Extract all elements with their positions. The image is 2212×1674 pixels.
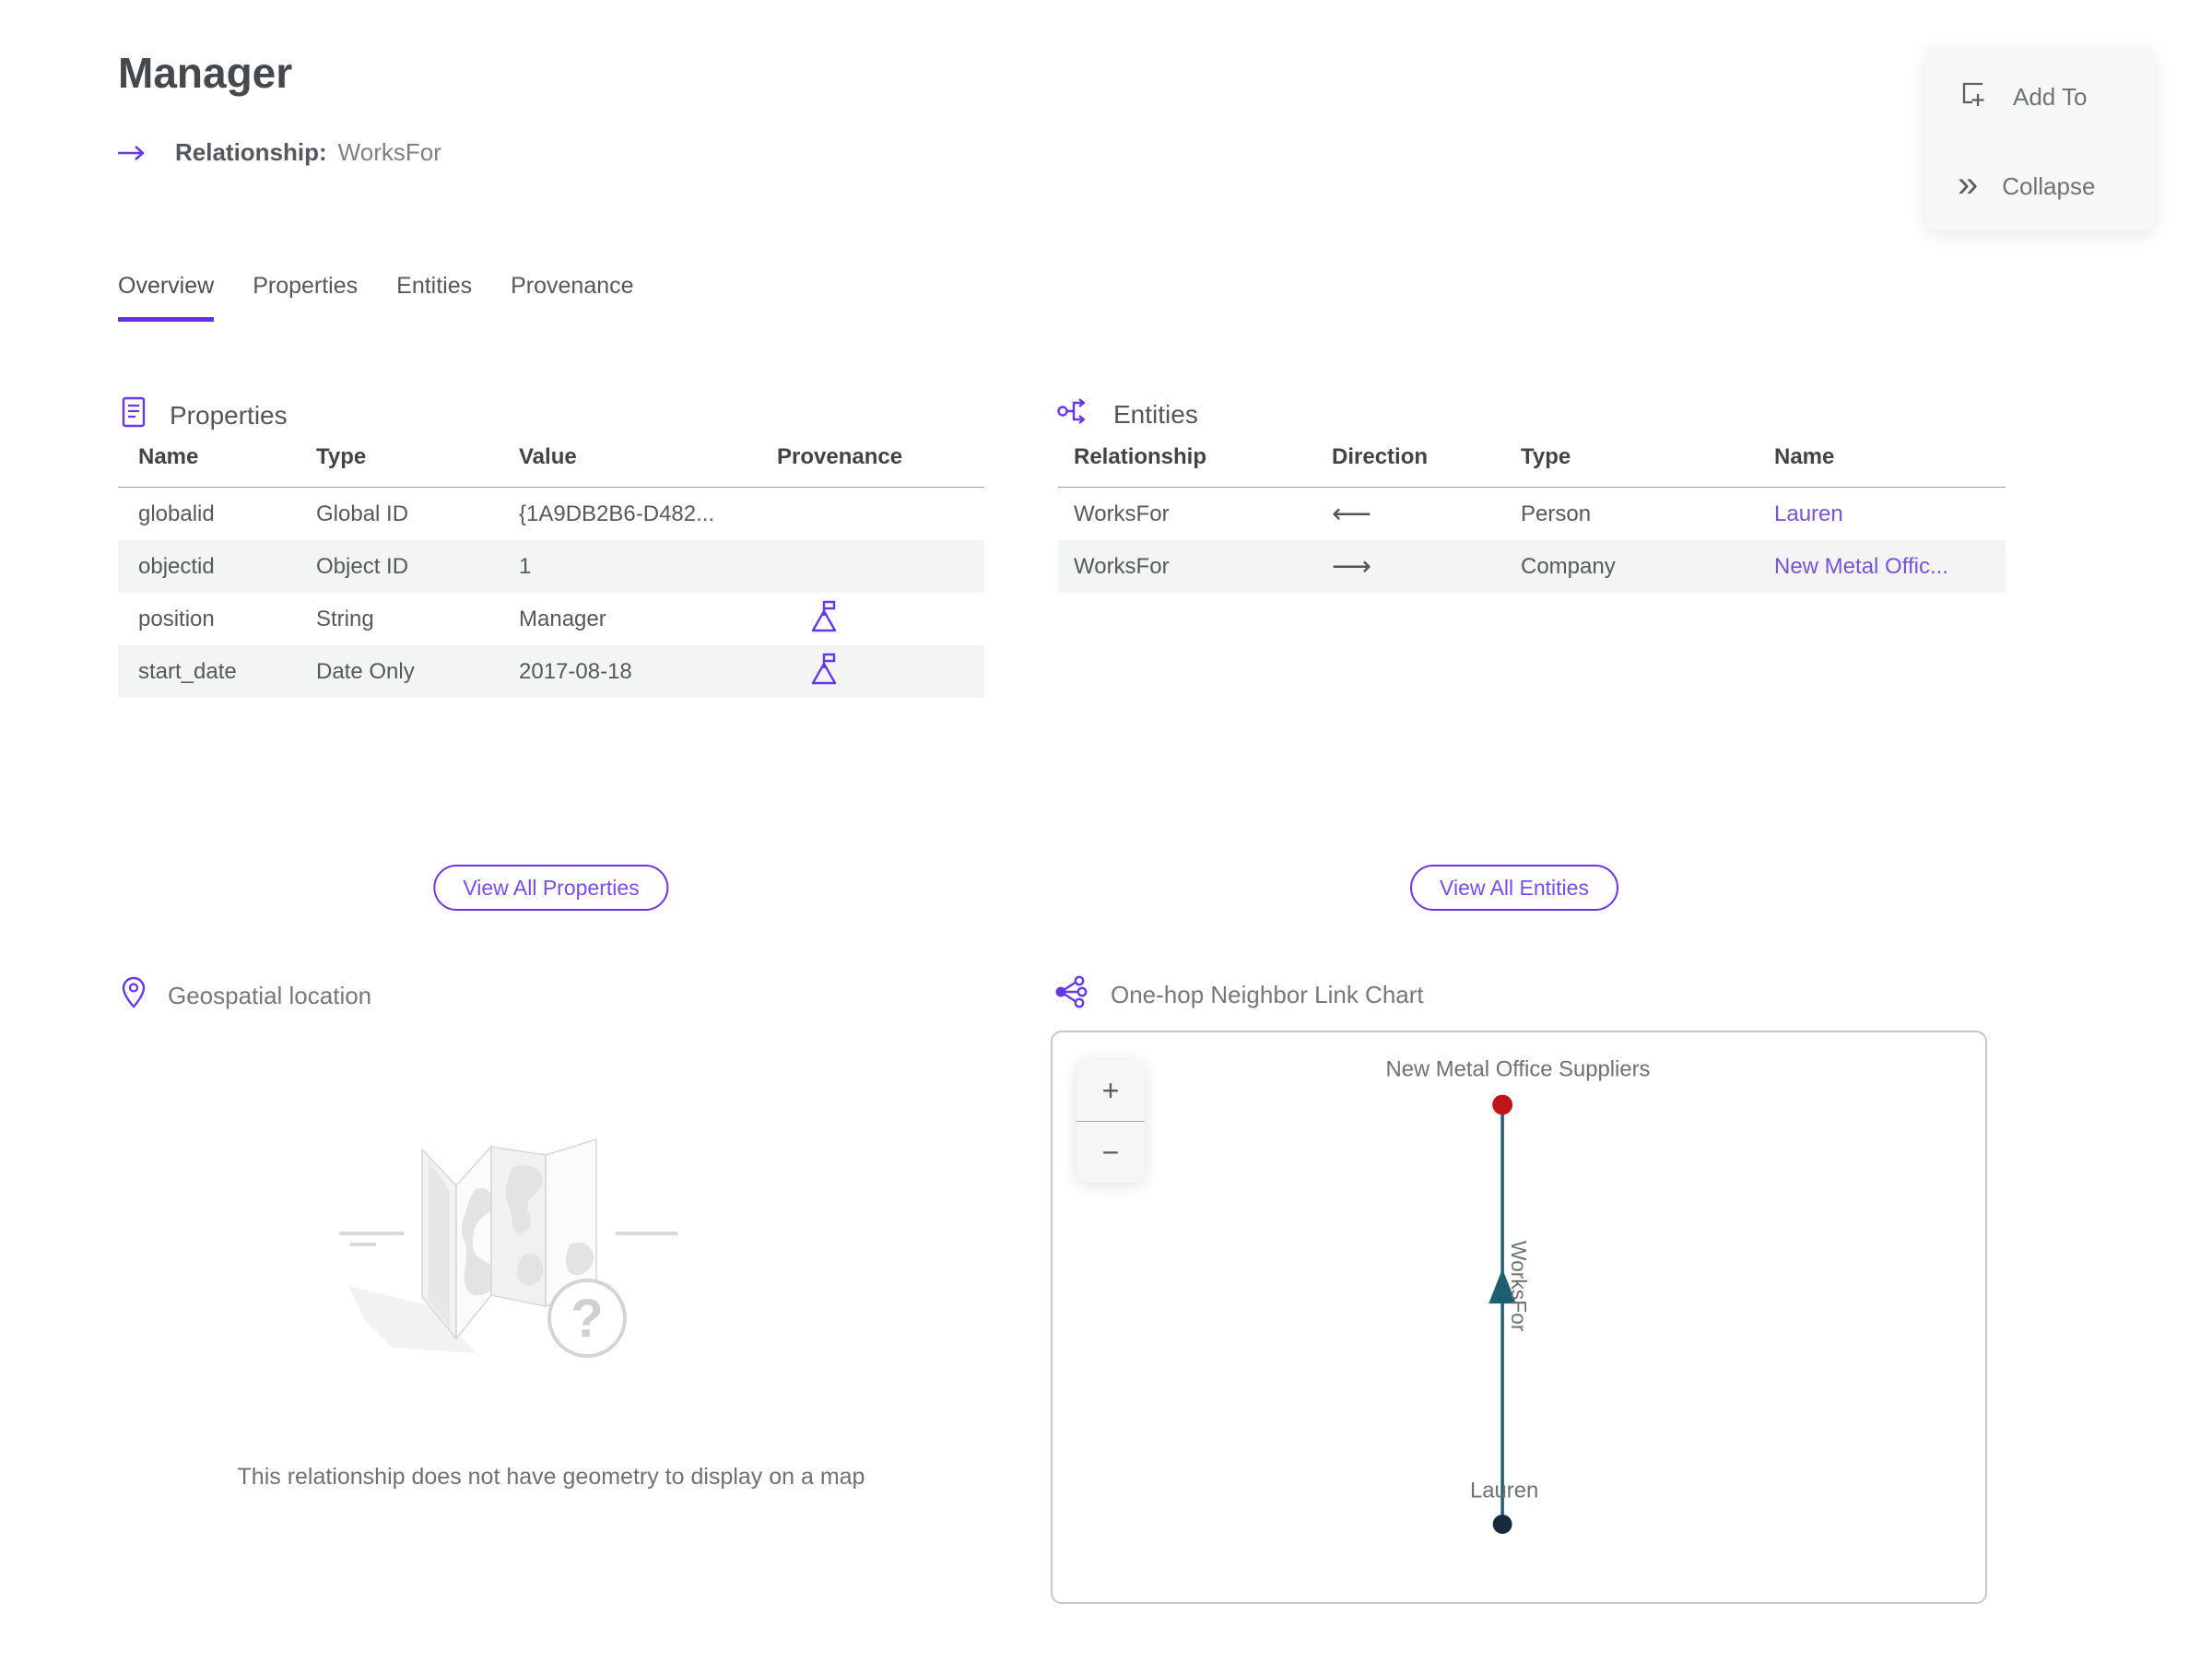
column-header: Type (316, 444, 519, 488)
column-header: Name (1774, 444, 2006, 488)
column-header: Value (519, 444, 777, 488)
view-all-entities-button[interactable]: View All Entities (1410, 865, 1618, 911)
relationship-detail-page: Manager Relationship: WorksFor Add To » (0, 0, 2212, 1674)
add-to-icon (1958, 78, 1989, 116)
tab-properties[interactable]: Properties (253, 273, 358, 322)
no-geometry-message: This relationship does not have geometry… (237, 1464, 865, 1490)
provenance-flag-icon[interactable] (808, 600, 840, 640)
geospatial-section-title: Geospatial location (168, 982, 372, 1009)
tab-bar: Overview Properties Entities Provenance (118, 273, 634, 322)
person-node-label: Lauren (1470, 1479, 1538, 1503)
page-title: Manager (118, 49, 293, 97)
geospatial-section-header: Geospatial location (120, 975, 371, 1017)
table-row: WorksFor ⟵ Person Lauren (1058, 488, 2006, 541)
entities-section-header: Entities (1056, 395, 1198, 434)
column-header: Name (118, 444, 316, 488)
tab-entities[interactable]: Entities (396, 273, 472, 322)
question-mark-glyph: ? (571, 1289, 603, 1349)
link-chart-icon (1053, 975, 1090, 1015)
map-pin-icon (120, 975, 147, 1017)
relationship-arrow-icon (116, 143, 149, 163)
relationship-subtitle: Relationship: WorksFor (116, 138, 441, 167)
properties-icon (118, 395, 149, 436)
zoom-control: + − (1077, 1060, 1145, 1183)
column-header: Direction (1332, 444, 1521, 488)
add-to-button[interactable]: Add To (1958, 78, 2087, 116)
collapse-label: Collapse (2002, 172, 2096, 200)
provenance-flag-icon[interactable] (808, 653, 840, 692)
collapse-button[interactable]: » Collapse (1958, 163, 2096, 205)
tab-provenance[interactable]: Provenance (511, 273, 633, 322)
column-header: Type (1521, 444, 1774, 488)
map-placeholder-illustration: ? (339, 1138, 677, 1358)
zoom-in-button[interactable]: + (1077, 1060, 1145, 1121)
collapse-icon: » (1958, 163, 1979, 205)
edge-label: WorksFor (1507, 1241, 1531, 1332)
tab-overview[interactable]: Overview (118, 273, 215, 322)
entities-section-title: Entities (1113, 399, 1198, 429)
relationship-type-value: WorksFor (337, 138, 441, 166)
table-row: globalid Global ID {1A9DB2B6-D482... (138, 501, 715, 526)
entity-link[interactable]: New Metal Offic... (1774, 540, 2006, 593)
relationship-type-label: Relationship: (175, 138, 327, 166)
linkchart-section-title: One-hop Neighbor Link Chart (1111, 981, 1424, 1008)
properties-table: Name Type Value Provenance globalid Glob… (118, 444, 984, 698)
table-row: objectid Object ID 1 (118, 540, 984, 593)
link-chart-canvas[interactable]: New Metal Office Suppliers Lauren WorksF… (1051, 1031, 1987, 1604)
properties-section-title: Properties (170, 400, 288, 430)
person-node[interactable] (1492, 1515, 1512, 1534)
column-header: Provenance (777, 444, 984, 488)
table-row: WorksFor ⟶ Company New Metal Offic... (1058, 540, 2006, 593)
linkchart-section-header: One-hop Neighbor Link Chart (1053, 975, 1424, 1015)
entities-icon (1056, 395, 1093, 434)
table-row: start_date Date Only 2017-08-18 (118, 645, 984, 698)
table-row: position String Manager (118, 593, 984, 645)
entity-link[interactable]: Lauren (1774, 488, 2006, 541)
view-all-properties-button[interactable]: View All Properties (433, 865, 669, 911)
actions-panel: Add To » Collapse (1926, 48, 2154, 230)
company-node-label: New Metal Office Suppliers (1386, 1057, 1651, 1082)
direction-arrow: ⟵ (1332, 499, 1372, 529)
add-to-label: Add To (2013, 83, 2088, 111)
zoom-out-button[interactable]: − (1077, 1122, 1145, 1183)
entities-table: Relationship Direction Type Name WorksFo… (1058, 444, 2006, 593)
properties-section-header: Properties (118, 395, 288, 436)
column-header: Relationship (1058, 444, 1332, 488)
company-node[interactable] (1492, 1094, 1513, 1115)
direction-arrow: ⟶ (1332, 551, 1372, 582)
